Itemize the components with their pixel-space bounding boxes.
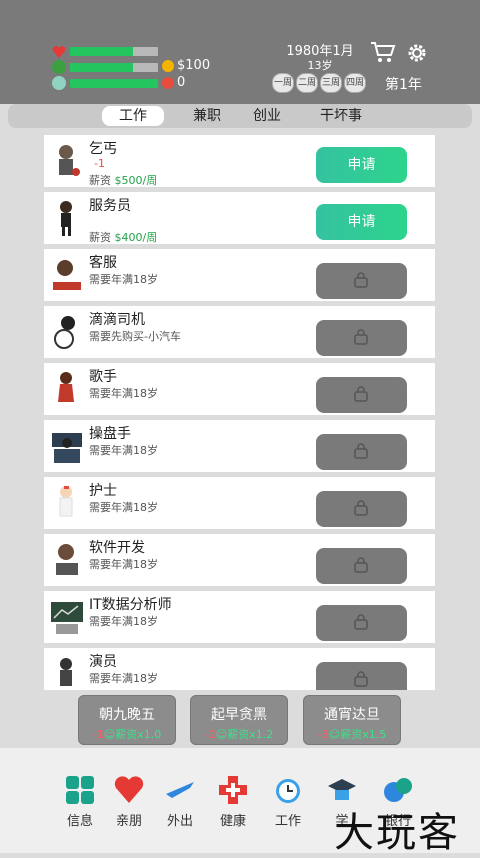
- watermark: 大玩客: [334, 810, 460, 856]
- week-2-button[interactable]: 二周: [296, 73, 318, 93]
- apply-button[interactable]: 申请: [316, 204, 407, 240]
- money-value: $100: [177, 58, 211, 73]
- salary-text: 薪资 $500/周: [89, 174, 158, 187]
- happiness-bar: [70, 63, 158, 72]
- coin-value: 0: [177, 75, 186, 90]
- job-row: 软件开发 需要年满18岁: [44, 534, 435, 586]
- tab-startup[interactable]: 创业: [236, 106, 298, 126]
- apply-button[interactable]: 申请: [316, 147, 407, 183]
- requirement-text: 需要年满18岁: [89, 615, 158, 628]
- smarts-stat: [52, 76, 66, 90]
- shift-overnight-button[interactable]: 通宵达旦 -3☺薪资x1.5: [303, 695, 401, 745]
- salary-text: 薪资 $400/周: [89, 231, 158, 244]
- locked-button: [316, 263, 407, 299]
- job-row: 乞丐 -1 薪资 $500/周 申请: [44, 135, 435, 187]
- nurse-avatar: [50, 484, 84, 522]
- actor-avatar: [50, 655, 84, 690]
- requirement-text: 需要年满18岁: [89, 501, 158, 514]
- requirement-text: 需要年满18岁: [89, 558, 158, 571]
- analyst-avatar: [50, 598, 84, 636]
- health-stat: [52, 44, 66, 58]
- smarts-bar: [70, 79, 158, 88]
- nav-travel[interactable]: 外出: [158, 774, 202, 829]
- health-bar: [70, 47, 158, 56]
- tab-parttime[interactable]: 兼职: [176, 106, 238, 126]
- job-name: 客服: [89, 255, 117, 271]
- locked-button: [316, 434, 407, 470]
- job-name: 歌手: [89, 369, 117, 385]
- age-label: 13岁: [307, 59, 333, 72]
- requirement-text: 需要先购买-小汽车: [89, 330, 181, 343]
- nav-work[interactable]: 工作: [266, 774, 310, 829]
- driver-avatar: [50, 313, 84, 351]
- locked-button: [316, 662, 407, 690]
- job-name: 软件开发: [89, 540, 145, 556]
- plane-icon: [164, 774, 196, 806]
- job-row: 滴滴司机 需要先购买-小汽车: [44, 306, 435, 358]
- requirement-text: 需要年满18岁: [89, 444, 158, 457]
- job-name: 护士: [89, 483, 117, 499]
- face-icon: [52, 60, 66, 74]
- job-row: 演员 需要年满18岁: [44, 648, 435, 690]
- service-avatar: [50, 256, 84, 294]
- category-tabs: 工作 兼职 创业 干坏事: [8, 104, 472, 128]
- week-3-button[interactable]: 三周: [320, 73, 342, 93]
- nav-health[interactable]: 健康: [211, 774, 255, 829]
- header: $100 0 1980年1月 13岁 一周 二周 三周 四周 第1年: [0, 0, 480, 104]
- job-row: 操盘手 需要年满18岁: [44, 420, 435, 472]
- job-name: 服务员: [89, 198, 131, 214]
- grid-icon: [64, 774, 96, 806]
- heart-icon: [52, 44, 66, 58]
- coin-icon: [162, 59, 174, 72]
- job-name: 滴滴司机: [89, 312, 145, 328]
- locked-button: [316, 548, 407, 584]
- heart-icon: [113, 774, 145, 806]
- locked-button: [316, 320, 407, 356]
- requirement-text: 需要年满18岁: [89, 672, 158, 685]
- medical-cross-icon: [217, 774, 249, 806]
- job-name: 演员: [89, 654, 117, 670]
- gear-icon[interactable]: [405, 41, 429, 69]
- week-1-button[interactable]: 一周: [272, 73, 294, 93]
- tab-work[interactable]: 工作: [102, 106, 164, 126]
- locked-button: [316, 491, 407, 527]
- locked-button: [316, 605, 407, 641]
- clock-icon: [272, 774, 304, 806]
- nav-info[interactable]: 信息: [58, 774, 102, 829]
- shift-9to5-button[interactable]: 朝九晚五 -1☺薪资x1.0: [78, 695, 176, 745]
- job-row: IT数据分析师 需要年满18岁: [44, 591, 435, 643]
- job-name: IT数据分析师: [89, 597, 172, 613]
- gem-icon: [162, 76, 174, 89]
- job-row: 客服 需要年满18岁: [44, 249, 435, 301]
- job-row: 护士 需要年满18岁: [44, 477, 435, 529]
- cart-icon[interactable]: [370, 40, 396, 68]
- singer-avatar: [50, 370, 84, 408]
- requirement-text: 需要年满18岁: [89, 273, 158, 286]
- happiness-stat: [52, 60, 66, 74]
- locked-button: [316, 377, 407, 413]
- job-row: 歌手 需要年满18岁: [44, 363, 435, 415]
- job-row: 服务员 薪资 $400/周 申请: [44, 192, 435, 244]
- developer-avatar: [50, 541, 84, 579]
- trader-avatar: [50, 427, 84, 465]
- beggar-avatar: [50, 142, 84, 180]
- tab-crime[interactable]: 干坏事: [306, 106, 376, 126]
- money-display: $100: [162, 58, 210, 73]
- coin-display: 0: [162, 75, 185, 90]
- waiter-avatar: [50, 199, 84, 237]
- year-label: 第1年: [385, 77, 422, 93]
- brain-icon: [52, 76, 66, 90]
- job-name: 操盘手: [89, 426, 131, 442]
- nav-family[interactable]: 亲朋: [107, 774, 151, 829]
- week-4-button[interactable]: 四周: [344, 73, 366, 93]
- shift-options: 朝九晚五 -1☺薪资x1.0 起早贪黑 -2☺薪资x1.2 通宵达旦 -3☺薪资…: [0, 695, 480, 745]
- shift-early-button[interactable]: 起早贪黑 -2☺薪资x1.2: [190, 695, 288, 745]
- requirement-text: 需要年满18岁: [89, 387, 158, 400]
- mood-cost: -1: [94, 157, 105, 170]
- job-name: 乞丐: [89, 141, 117, 157]
